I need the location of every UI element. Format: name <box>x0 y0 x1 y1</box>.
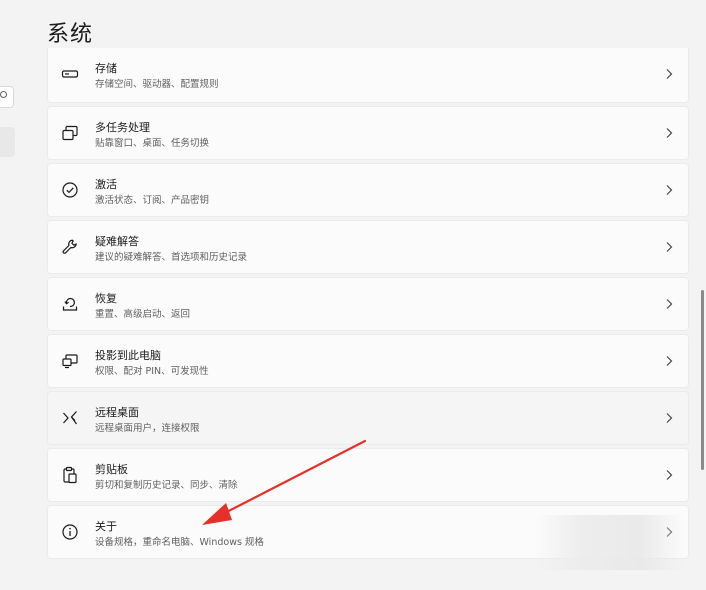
projection-icon <box>60 351 80 371</box>
chevron-right-icon <box>664 127 674 139</box>
settings-item-title: 远程桌面 <box>95 406 139 419</box>
storage-drive-icon <box>60 64 80 84</box>
settings-item-title: 剪贴板 <box>95 463 128 476</box>
settings-item-remote-desktop[interactable]: 远程桌面 远程桌面用户，连接权限 <box>47 391 689 445</box>
chevron-right-icon <box>664 469 674 481</box>
activation-check-icon <box>60 180 80 200</box>
chevron-right-icon <box>664 412 674 424</box>
recovery-icon <box>60 294 80 314</box>
remote-desktop-icon <box>60 408 80 428</box>
settings-item-subtitle: 贴靠窗口、桌面、任务切换 <box>95 138 210 149</box>
settings-item-clipboard[interactable]: 剪贴板 剪切和复制历史记录、同步、清除 <box>47 448 689 502</box>
settings-item-troubleshoot[interactable]: 疑难解答 建议的疑难解答、首选项和历史记录 <box>47 220 689 274</box>
nav-selected-item[interactable] <box>0 127 15 157</box>
chevron-right-icon <box>664 184 674 196</box>
settings-item-subtitle: 远程桌面用户，连接权限 <box>95 423 200 434</box>
scrollbar-thumb[interactable] <box>701 290 704 470</box>
chevron-right-icon <box>664 241 674 253</box>
settings-item-title: 存储 <box>95 62 117 75</box>
chevron-right-icon <box>664 298 674 310</box>
clipboard-icon <box>60 465 80 485</box>
settings-item-subtitle: 激活状态、订阅、产品密钥 <box>95 195 210 206</box>
watermark-blur <box>535 515 685 570</box>
settings-item-subtitle: 重置、高级启动、返回 <box>95 309 191 320</box>
page-title: 系统 <box>47 22 94 47</box>
settings-item-subtitle: 设备规格，重命名电脑、Windows 规格 <box>95 537 264 548</box>
wrench-icon <box>60 237 80 257</box>
settings-item-project-to-pc[interactable]: 投影到此电脑 权限、配对 PIN、可发现性 <box>47 334 689 388</box>
settings-item-storage[interactable]: 存储 存储空间、驱动器、配置规则 <box>47 48 689 103</box>
settings-item-title: 多任务处理 <box>95 121 150 134</box>
settings-list: 存储 存储空间、驱动器、配置规则 多任务处理 贴靠窗口、桌面、任务切换 激活 激… <box>47 48 689 562</box>
settings-item-title: 投影到此电脑 <box>95 349 161 362</box>
settings-item-recovery[interactable]: 恢复 重置、高级启动、返回 <box>47 277 689 331</box>
settings-item-title: 恢复 <box>95 292 117 305</box>
settings-item-activation[interactable]: 激活 激活状态、订阅、产品密钥 <box>47 163 689 217</box>
chevron-right-icon <box>664 68 674 80</box>
settings-item-title: 激活 <box>95 178 117 191</box>
multitasking-windows-icon <box>60 123 80 143</box>
info-icon <box>60 522 80 542</box>
settings-item-subtitle: 权限、配对 PIN、可发现性 <box>95 366 209 377</box>
settings-item-title: 关于 <box>95 520 117 533</box>
navigation-pane-edge <box>0 0 20 590</box>
chevron-right-icon <box>664 355 674 367</box>
settings-item-subtitle: 剪切和复制历史记录、同步、清除 <box>95 480 238 491</box>
settings-item-title: 疑难解答 <box>95 235 139 248</box>
settings-item-subtitle: 存储空间、驱动器、配置规则 <box>95 79 219 90</box>
settings-item-multitasking[interactable]: 多任务处理 贴靠窗口、桌面、任务切换 <box>47 106 689 160</box>
search-icon <box>0 91 7 98</box>
settings-item-subtitle: 建议的疑难解答、首选项和历史记录 <box>95 252 248 263</box>
